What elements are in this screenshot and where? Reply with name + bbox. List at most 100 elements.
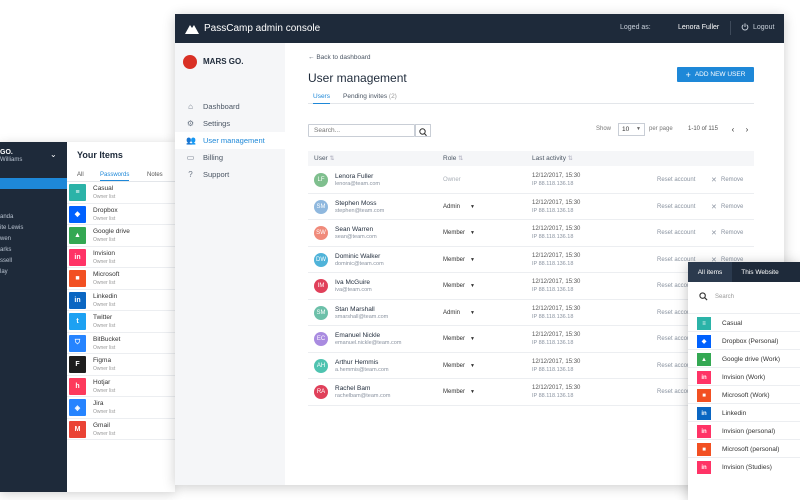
list-item[interactable]: in Invision (personal) [688, 421, 800, 439]
list-item[interactable]: ▲ Google drive Owner list [67, 225, 175, 247]
hotjar-icon: h [69, 377, 86, 395]
chevron-left-icon[interactable]: ‹ [727, 124, 739, 136]
list-item[interactable]: in Invision (Work) [688, 367, 800, 385]
search-input[interactable] [308, 124, 415, 137]
role-label: Owner [443, 177, 461, 183]
chevron-down-icon[interactable]: ⌄ [50, 150, 57, 159]
list-item[interactable]: ■ Microsoft (Work) [688, 385, 800, 403]
sidebar-item-support[interactable]: ? Support [175, 166, 285, 183]
caret-down-icon[interactable]: ▼ [470, 230, 475, 236]
sidebar-item[interactable]: anda [0, 214, 13, 220]
sidebar-item-dashboard[interactable]: ⌂ Dashboard [175, 98, 285, 115]
add-new-user-button[interactable]: + ADD NEW USER [677, 67, 754, 82]
logged-user: Lenora Fuller [678, 24, 720, 31]
item-name: Invision (Work) [722, 374, 766, 381]
role-select[interactable]: Member [443, 363, 465, 369]
role-select[interactable]: Member [443, 230, 465, 236]
user-email: emanuel.nickle@team.com [335, 340, 402, 346]
popup-search-input[interactable]: Search [715, 294, 734, 300]
sidebar-item[interactable]: lay [0, 269, 8, 275]
power-icon[interactable] [741, 23, 749, 31]
top-header: PassCamp admin console Loged as: Lenora … [175, 14, 784, 43]
list-item[interactable]: ■ Microsoft (personal) [688, 439, 800, 457]
reset-account-button[interactable]: Reset account [657, 230, 695, 236]
caret-down-icon[interactable]: ▼ [470, 336, 475, 342]
list-item[interactable]: ≡ Casual Owner list [67, 182, 175, 204]
list-item[interactable]: ▲ Google drive (Work) [688, 349, 800, 367]
sidebar-item[interactable]: arks [0, 247, 11, 253]
list-item[interactable]: ■ Microsoft Owner list [67, 268, 175, 290]
close-icon[interactable]: ✕ [711, 176, 717, 184]
remove-button[interactable]: Remove [721, 204, 743, 210]
back-to-dashboard-link[interactable]: ← Back to dashboard [308, 54, 371, 61]
extension-popup: All items This Website Search ≡ Casual ◆ Dr… [688, 262, 800, 500]
role-select[interactable]: Member [443, 283, 465, 289]
sidebar-item-settings[interactable]: ⚙ Settings [175, 115, 285, 132]
per-page-label: per page [649, 126, 673, 132]
tab-users[interactable]: Users [313, 93, 330, 104]
logout-link[interactable]: Logout [753, 24, 774, 31]
item-name: Microsoft (Work) [722, 392, 770, 399]
item-name: Hotjar [93, 378, 111, 386]
column-role-label: Role [443, 155, 457, 162]
tab-all-items[interactable]: All items [688, 262, 732, 282]
remove-button[interactable]: Remove [721, 230, 743, 236]
reset-account-button[interactable]: Reset account [657, 177, 695, 183]
column-last-activity-label: Last activity [532, 155, 566, 162]
list-item[interactable]: F Figma Owner list [67, 354, 175, 376]
column-user[interactable]: User ⇅ [314, 155, 335, 162]
list-item[interactable]: in Invision Owner list [67, 247, 175, 268]
list-item[interactable]: M Gmail Owner list [67, 419, 175, 440]
column-last-activity[interactable]: Last activity ⇅ [532, 155, 573, 162]
role-select[interactable]: Member [443, 336, 465, 342]
role-select[interactable]: Admin [443, 310, 460, 316]
role-select[interactable]: Member [443, 257, 465, 263]
role-select[interactable]: Admin [443, 204, 460, 210]
sidebar-item[interactable]: ite Lewis [0, 225, 23, 231]
chevron-right-icon[interactable]: › [741, 124, 753, 136]
sidebar-item-label: Settings [203, 119, 231, 128]
list-item[interactable]: h Hotjar Owner list [67, 376, 175, 397]
avatar: IM [314, 279, 328, 293]
reset-account-button[interactable]: Reset account [657, 204, 695, 210]
org-name[interactable]: GO. [0, 149, 13, 156]
tab-this-website[interactable]: This Website [732, 262, 788, 282]
close-icon[interactable]: ✕ [711, 203, 717, 211]
list-item[interactable]: ◆ Dropbox Owner list [67, 204, 175, 225]
list-item[interactable]: in Linkedin Owner list [67, 290, 175, 311]
tab-passwords[interactable]: Passwords [100, 172, 130, 181]
role-select[interactable]: Member [443, 389, 465, 395]
caret-down-icon[interactable]: ▼ [470, 363, 475, 369]
figma-icon: F [69, 356, 86, 373]
caret-down-icon[interactable]: ▼ [470, 204, 475, 210]
list-item[interactable]: ⛉ BitBucket Owner list [67, 333, 175, 354]
list-item[interactable]: t Twitter Owner list [67, 311, 175, 333]
sidebar-item[interactable]: wen [0, 236, 11, 242]
sidebar-item-user-management[interactable]: 👥 User management [175, 132, 285, 149]
list-item[interactable]: ◈ Jira Owner list [67, 397, 175, 419]
tab-all[interactable]: All [77, 172, 84, 178]
list-item[interactable]: ≡ Casual [688, 313, 800, 331]
avatar: LF [314, 173, 328, 187]
tab-notes[interactable]: Notes [147, 172, 163, 178]
sidebar-item[interactable]: ssell [0, 258, 12, 264]
caret-down-icon[interactable]: ▼ [470, 257, 475, 263]
item-owner: Owner list [93, 215, 116, 222]
list-item[interactable]: in Invision (Studies) [688, 457, 800, 475]
tab-pending-invites[interactable]: Pending invites (2) [343, 93, 397, 100]
column-role[interactable]: Role ⇅ [443, 155, 463, 162]
caret-down-icon[interactable]: ▼ [470, 310, 475, 316]
list-item[interactable]: in Linkedin [688, 403, 800, 421]
list-item[interactable]: ◆ Dropbox (Personal) [688, 331, 800, 349]
search-button[interactable] [415, 124, 431, 137]
caret-down-icon[interactable]: ▼ [470, 283, 475, 289]
sidebar-item-billing[interactable]: ▭ Billing [175, 149, 285, 166]
last-activity-ip: IP 88.118.136.18 [532, 366, 574, 373]
casual-icon: ≡ [697, 317, 711, 330]
caret-down-icon[interactable]: ▼ [470, 389, 475, 395]
page-size-select[interactable]: 10 ▼ [618, 123, 645, 136]
user-name: Stan Marshall [335, 305, 375, 313]
remove-button[interactable]: Remove [721, 177, 743, 183]
close-icon[interactable]: ✕ [711, 229, 717, 237]
item-name: Dropbox (Personal) [722, 338, 779, 345]
